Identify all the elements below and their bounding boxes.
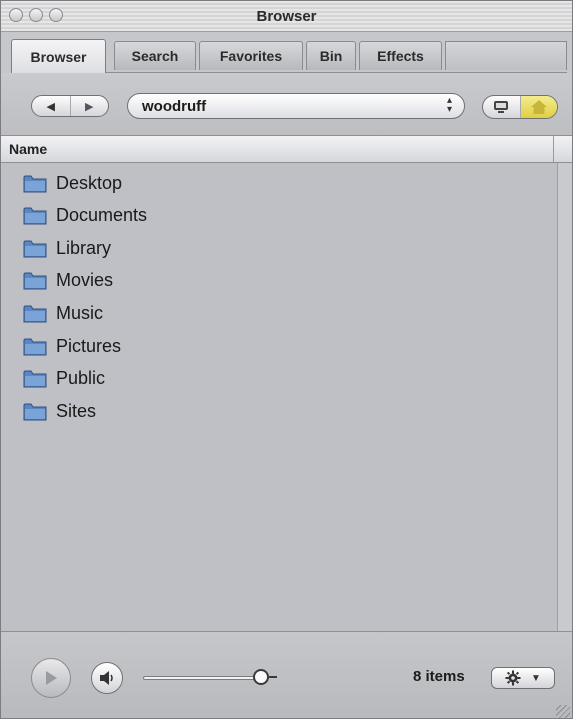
play-icon	[46, 671, 57, 685]
computer-button[interactable]	[483, 96, 520, 118]
resize-grip[interactable]	[556, 705, 570, 718]
tab-favorites[interactable]: Favorites	[199, 41, 303, 70]
list-item[interactable]: Desktop	[23, 167, 122, 199]
popup-arrows-icon: ▴ ▾	[446, 95, 452, 115]
location-shortcuts	[482, 95, 558, 119]
list-item-label: Sites	[56, 400, 97, 421]
browser-window: Browser Browser Search Favorites Bin Eff…	[0, 0, 573, 719]
list-item-label: Library	[56, 237, 112, 258]
bottom-bar: 8 items ▼	[1, 631, 572, 718]
list-item[interactable]: Library	[23, 232, 111, 264]
folder-icon	[23, 370, 47, 388]
window-title: Browser	[256, 8, 317, 25]
item-count: 8 items	[413, 668, 465, 685]
column-divider	[553, 136, 554, 162]
tab-bin[interactable]: Bin	[306, 41, 356, 70]
location-popup[interactable]: woodruff ▴ ▾	[127, 93, 465, 119]
folder-icon	[23, 305, 47, 323]
play-button[interactable]	[31, 658, 71, 698]
tab-effects[interactable]: Effects	[359, 41, 442, 70]
list-item-label: Desktop	[56, 172, 123, 193]
title-bar[interactable]: Browser	[1, 1, 572, 32]
tab-browser[interactable]: Browser	[11, 39, 106, 73]
volume-button[interactable]	[91, 662, 123, 694]
folder-icon	[23, 338, 47, 356]
gear-icon	[505, 670, 521, 686]
folder-icon	[23, 175, 47, 193]
history-navigation: ◀ ▶	[31, 95, 109, 117]
folder-icon	[23, 272, 47, 290]
file-list: Desktop Documents Library Movies Music P…	[1, 163, 557, 631]
tab-strip-filler	[445, 41, 567, 70]
list-item-label: Music	[56, 302, 104, 323]
list-item-label: Pictures	[56, 335, 122, 356]
tab-search[interactable]: Search	[114, 41, 196, 70]
list-item[interactable]: Sites	[23, 395, 96, 427]
tab-strip: Browser Search Favorites Bin Effects	[11, 39, 567, 74]
action-menu-button[interactable]: ▼	[491, 667, 555, 689]
list-item[interactable]: Music	[23, 297, 103, 329]
toolbar: ◀ ▶ woodruff ▴ ▾	[1, 73, 572, 136]
forward-arrow-icon: ▶	[85, 100, 94, 113]
speaker-icon	[100, 671, 113, 685]
list-item[interactable]: Movies	[23, 264, 113, 296]
folder-icon	[23, 403, 47, 421]
list-item-label: Movies	[56, 269, 114, 290]
chevron-down-icon: ▼	[531, 672, 541, 684]
back-arrow-icon: ◀	[46, 100, 55, 113]
column-header-name[interactable]: Name	[1, 136, 572, 163]
home-button[interactable]	[519, 96, 557, 118]
list-item[interactable]: Public	[23, 362, 105, 394]
list-item-label: Public	[56, 367, 106, 388]
home-icon	[530, 100, 547, 114]
volume-slider-track[interactable]	[143, 676, 261, 680]
volume-slider-thumb[interactable]	[253, 669, 277, 685]
location-value: woodruff	[142, 98, 207, 115]
list-item-label: Documents	[56, 204, 148, 225]
back-button[interactable]: ◀	[32, 96, 71, 116]
forward-button[interactable]: ▶	[71, 96, 109, 116]
computer-icon	[494, 101, 509, 113]
vertical-scrollbar[interactable]	[557, 163, 572, 631]
list-item[interactable]: Documents	[23, 199, 147, 231]
list-item[interactable]: Pictures	[23, 330, 121, 362]
folder-icon	[23, 240, 47, 258]
column-header-label: Name	[9, 141, 48, 157]
folder-icon	[23, 207, 47, 225]
